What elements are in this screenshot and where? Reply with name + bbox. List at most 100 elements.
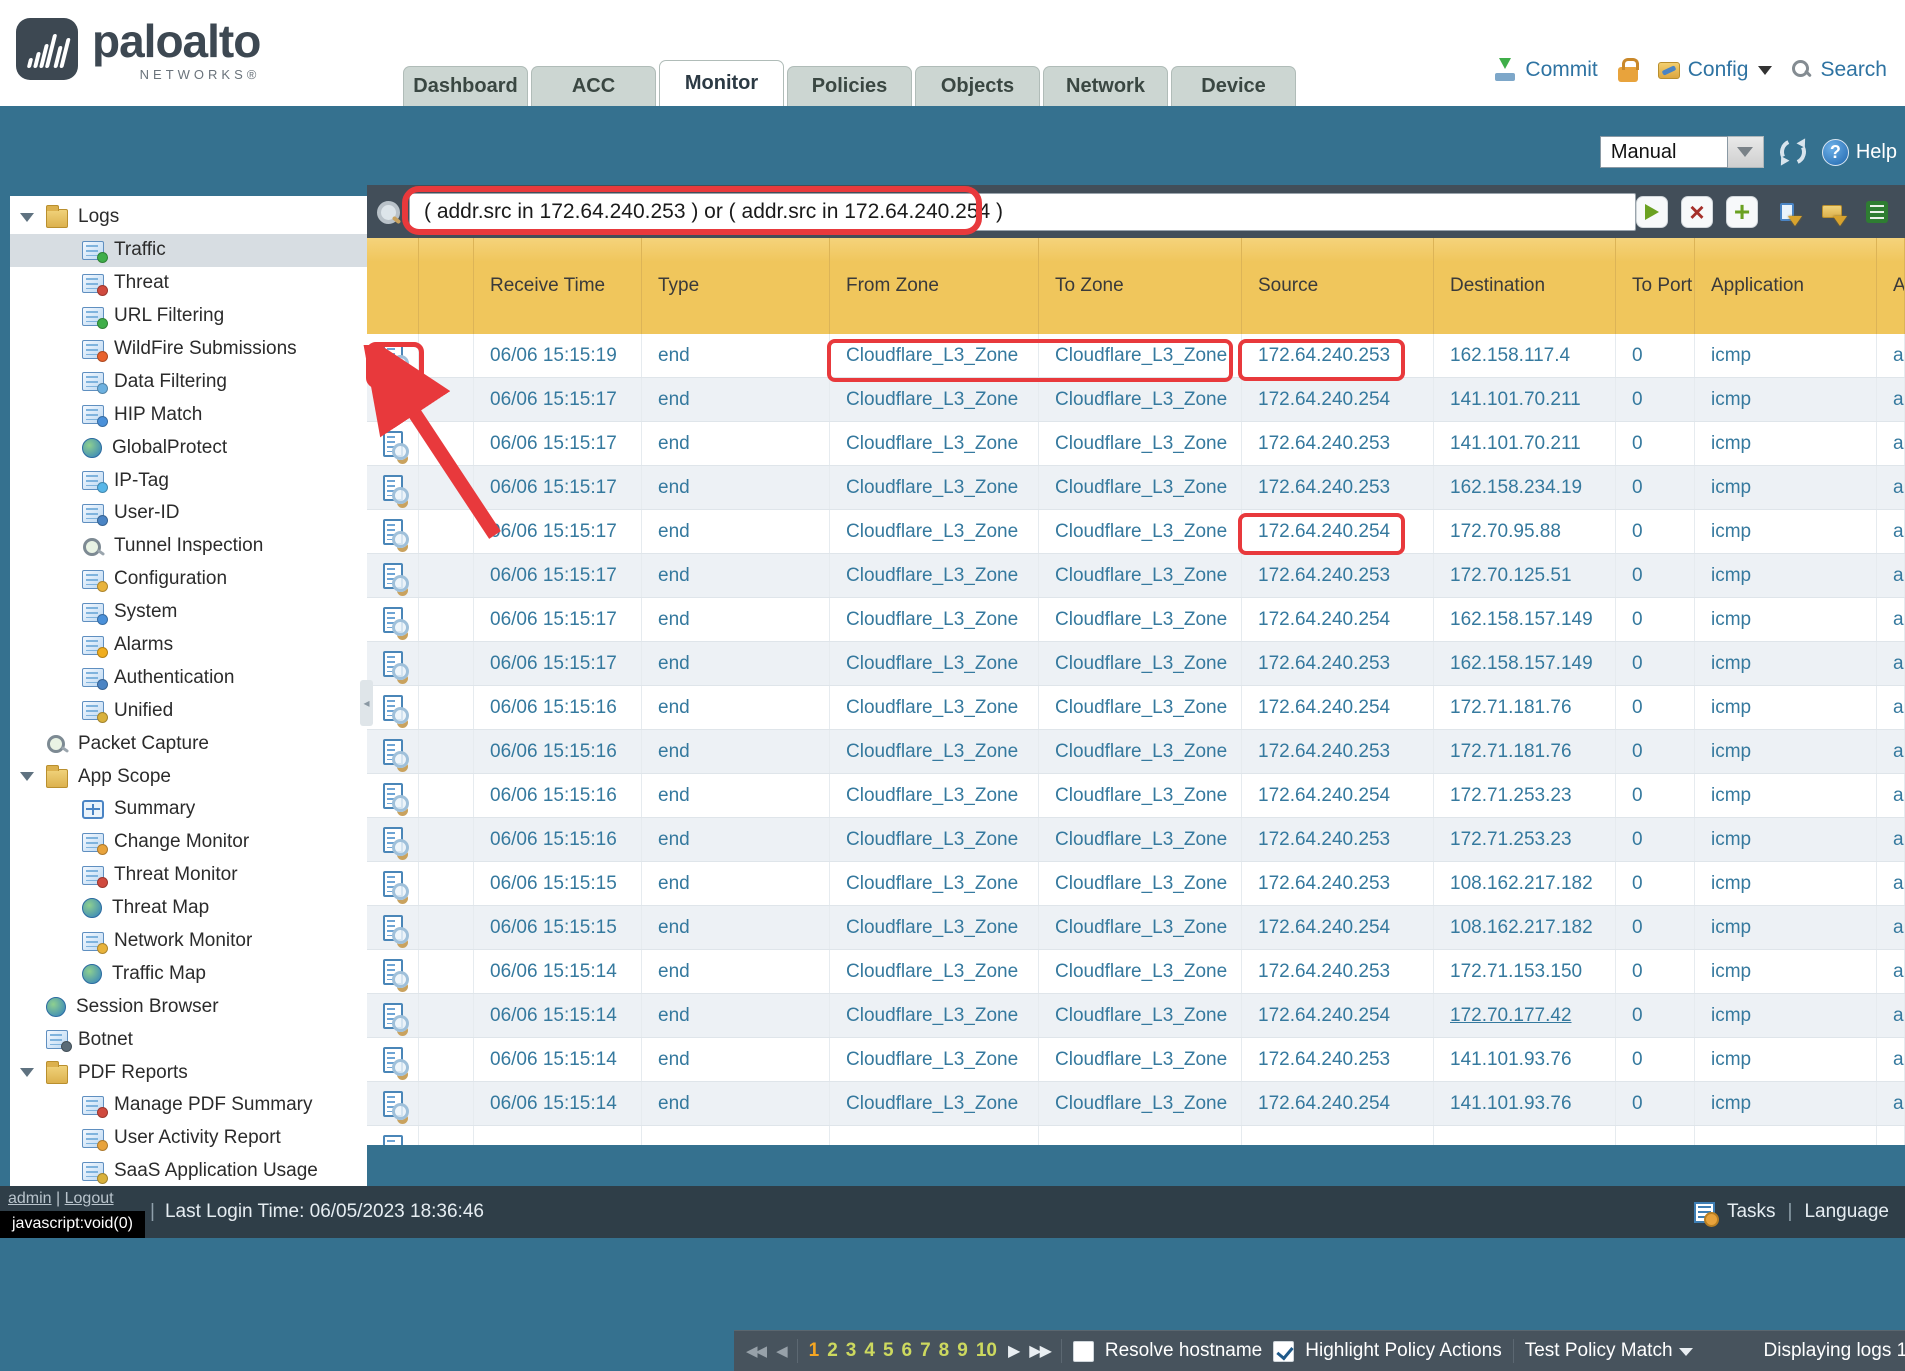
refresh-mode-select[interactable]: Manual [1600, 136, 1764, 168]
tab-dashboard[interactable]: Dashboard [403, 66, 528, 106]
column-header-source[interactable]: Source [1242, 238, 1434, 334]
logout-link[interactable]: Logout [65, 1190, 114, 1207]
sidebar-item-logs[interactable]: Logs [10, 201, 367, 234]
help-button[interactable]: ? Help [1822, 139, 1897, 166]
page-number-1[interactable]: 1 [809, 1340, 820, 1362]
log-detail-icon[interactable] [383, 915, 403, 941]
sidebar-item-ip-tag[interactable]: IP-Tag [10, 464, 367, 497]
log-detail-icon[interactable] [383, 871, 403, 897]
log-detail-icon[interactable] [383, 651, 403, 677]
sidebar-collapse-handle[interactable]: ◂ [360, 680, 373, 726]
sidebar-item-alarms[interactable]: Alarms [10, 629, 367, 662]
sidebar-item-packet-capture[interactable]: Packet Capture [10, 727, 367, 760]
sidebar-item-system[interactable]: System [10, 596, 367, 629]
page-number-6[interactable]: 6 [902, 1340, 913, 1362]
sidebar-item-threat-map[interactable]: Threat Map [10, 892, 367, 925]
filter-builder-icon[interactable] [1771, 196, 1803, 228]
sidebar-item-network-monitor[interactable]: Network Monitor [10, 925, 367, 958]
sidebar-item-traffic-map[interactable]: Traffic Map [10, 957, 367, 990]
export-csv-icon[interactable] [1861, 196, 1893, 228]
column-header-type[interactable]: Type [642, 238, 830, 334]
log-detail-icon[interactable] [383, 387, 403, 413]
last-page-button[interactable]: ▶▶ [1029, 1341, 1050, 1361]
sidebar-item-change-monitor[interactable]: Change Monitor [10, 826, 367, 859]
first-page-button[interactable]: ◀◀ [746, 1342, 765, 1360]
tab-acc[interactable]: ACC [531, 66, 656, 106]
sidebar-item-tunnel-inspection[interactable]: Tunnel Inspection [10, 530, 367, 563]
log-detail-icon[interactable] [383, 563, 403, 589]
clear-filter-icon[interactable]: × [1681, 196, 1713, 228]
page-number-2[interactable]: 2 [827, 1340, 838, 1362]
column-header-destination[interactable]: Destination [1434, 238, 1616, 334]
search-button[interactable]: Search [1792, 58, 1887, 82]
log-detail-icon[interactable] [383, 783, 403, 809]
tasks-button[interactable]: Tasks [1727, 1201, 1776, 1223]
sidebar-item-threat[interactable]: Threat [10, 267, 367, 300]
page-number-4[interactable]: 4 [864, 1340, 875, 1362]
sidebar-item-pdf-reports[interactable]: PDF Reports [10, 1056, 367, 1089]
log-detail-icon[interactable] [383, 607, 403, 633]
language-button[interactable]: Language [1804, 1201, 1889, 1223]
expander-icon[interactable] [20, 772, 34, 781]
tab-network[interactable]: Network [1043, 66, 1168, 106]
refresh-mode-dropdown-button[interactable] [1728, 136, 1764, 168]
sidebar-item-authentication[interactable]: Authentication [10, 661, 367, 694]
user-link[interactable]: admin [8, 1190, 52, 1207]
sidebar-item-hip-match[interactable]: HIP Match [10, 398, 367, 431]
sidebar-item-session-browser[interactable]: Session Browser [10, 990, 367, 1023]
page-number-9[interactable]: 9 [957, 1340, 968, 1362]
sidebar-item-unified[interactable]: Unified [10, 694, 367, 727]
tab-device[interactable]: Device [1171, 66, 1296, 106]
log-detail-icon[interactable] [383, 739, 403, 765]
column-header-application[interactable]: Application [1695, 238, 1877, 334]
destination-link[interactable]: 172.70.177.42 [1450, 1005, 1572, 1027]
page-number-7[interactable]: 7 [920, 1340, 931, 1362]
sidebar-item-user-activity-report[interactable]: User Activity Report [10, 1122, 367, 1155]
log-detail-icon[interactable] [383, 959, 403, 985]
test-policy-match-dropdown[interactable]: Test Policy Match [1525, 1340, 1693, 1362]
sidebar-item-data-filtering[interactable]: Data Filtering [10, 365, 367, 398]
sidebar-item-app-scope[interactable]: App Scope [10, 760, 367, 793]
lock-icon[interactable] [1618, 67, 1638, 82]
log-detail-icon[interactable] [383, 519, 403, 545]
page-number-5[interactable]: 5 [883, 1340, 894, 1362]
refresh-icon[interactable] [1776, 135, 1809, 168]
highlight-policy-actions-checkbox[interactable] [1273, 1341, 1294, 1362]
column-header-receive-time[interactable]: Receive Time [474, 238, 642, 334]
log-detail-icon[interactable] [383, 827, 403, 853]
sidebar-item-configuration[interactable]: Configuration [10, 563, 367, 596]
column-header-to-port[interactable]: To Port [1616, 238, 1695, 334]
saved-filters-icon[interactable] [1816, 196, 1848, 228]
filter-query-input[interactable] [409, 193, 1636, 231]
column-header-action[interactable]: Action [1877, 238, 1905, 334]
expander-icon[interactable] [20, 213, 34, 222]
log-detail-icon[interactable] [383, 1091, 403, 1117]
log-detail-icon[interactable] [383, 695, 403, 721]
next-page-button[interactable]: ▶ [1008, 1341, 1018, 1361]
sidebar-item-threat-monitor[interactable]: Threat Monitor [10, 859, 367, 892]
prev-page-button[interactable]: ◀ [776, 1342, 786, 1360]
resolve-hostname-checkbox[interactable] [1073, 1341, 1094, 1362]
page-number-8[interactable]: 8 [939, 1340, 950, 1362]
column-header-from-zone[interactable]: From Zone [830, 238, 1039, 334]
sidebar-item-botnet[interactable]: Botnet [10, 1023, 367, 1056]
log-detail-icon[interactable] [383, 1135, 403, 1146]
expander-icon[interactable] [20, 1068, 34, 1077]
log-detail-icon[interactable] [383, 343, 403, 369]
config-button[interactable]: Config [1658, 58, 1773, 82]
sidebar-item-wildfire-submissions[interactable]: WildFire Submissions [10, 333, 367, 366]
page-number-3[interactable]: 3 [846, 1340, 857, 1362]
sidebar-item-traffic[interactable]: Traffic [10, 234, 367, 267]
tab-monitor[interactable]: Monitor [659, 60, 784, 106]
log-detail-icon[interactable] [383, 1047, 403, 1073]
tab-objects[interactable]: Objects [915, 66, 1040, 106]
sidebar-item-globalprotect[interactable]: GlobalProtect [10, 431, 367, 464]
sidebar-item-summary[interactable]: Summary [10, 793, 367, 826]
sidebar-item-url-filtering[interactable]: URL Filtering [10, 300, 367, 333]
sidebar-item-saas-application-usage[interactable]: SaaS Application Usage [10, 1155, 367, 1186]
log-detail-icon[interactable] [383, 431, 403, 457]
tab-policies[interactable]: Policies [787, 66, 912, 106]
sidebar-item-user-id[interactable]: User-ID [10, 497, 367, 530]
add-filter-icon[interactable]: + [1726, 196, 1758, 228]
column-header-to-zone[interactable]: To Zone [1039, 238, 1242, 334]
